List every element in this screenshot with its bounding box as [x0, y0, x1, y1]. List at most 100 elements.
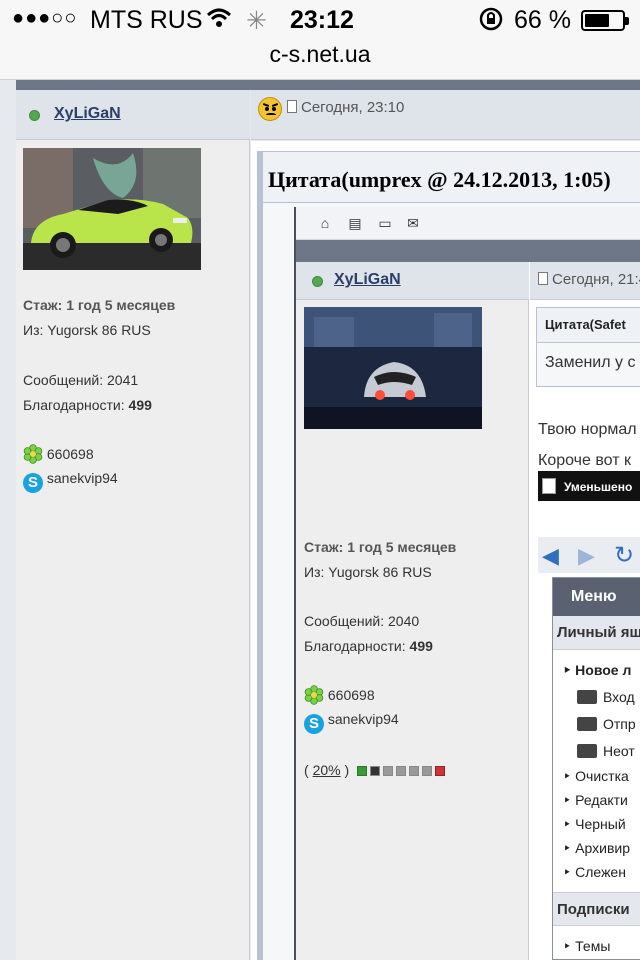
menu-section-personal-label: Личный ящ — [557, 624, 640, 641]
rating-plus-icon — [435, 766, 446, 776]
skype-icon: S — [23, 473, 43, 493]
menu-section-personal: Личный ящ — [553, 616, 640, 650]
angry-smiley-icon — [258, 97, 282, 121]
embedded-menu: Меню Личный ящ ‣ Новое л Вход Отпр Неот … — [552, 577, 640, 960]
rating-minus-icon — [357, 766, 368, 776]
embedded-icq-number: 660698 — [327, 687, 375, 703]
avatar[interactable] — [23, 148, 201, 270]
embedded-text-line: Твою нормал — [538, 421, 637, 438]
menu-item: ‣ Редакти — [563, 792, 628, 808]
embedded-thanks: Благодарности: 499 — [304, 638, 433, 654]
menu-item: Отпр — [577, 716, 636, 732]
author-header: XyLiGaN — [16, 90, 250, 140]
menu-item: Вход — [577, 689, 635, 705]
embedded-quote-title: Цитата(Safet — [545, 317, 626, 332]
author-location: Из: Yugorsk 86 RUS — [23, 322, 151, 338]
folder-icon — [577, 744, 597, 758]
menu-title-bar: Меню — [553, 578, 640, 616]
rating-bar-empty — [383, 766, 394, 776]
smiley-eye-left — [265, 107, 269, 111]
embedded-quote-header: Цитата(Safet — [536, 307, 640, 343]
embedded-location: Из: Yugorsk 86 RUS — [304, 564, 432, 580]
embedded-toolbar: ⌂ ▤ ▭ ✉ — [296, 207, 640, 240]
menu-item-label: Темы — [575, 938, 611, 954]
menu-item: ‣ Темы — [563, 938, 611, 954]
embedded-online-icon — [312, 276, 323, 287]
rotation-lock-icon — [478, 6, 504, 39]
menu-item-label: Черный — [575, 816, 626, 832]
menu-item: ‣ Новое л — [563, 662, 632, 678]
embedded-message-count: Сообщений: 2040 — [304, 613, 420, 629]
ios-status-bar: ●●●○○ MTS RUS ✳ 23:12 66 % — [0, 0, 640, 40]
embedded-username: XyLiGaN — [334, 271, 401, 288]
back-arrow-icon: ◀ — [542, 543, 559, 568]
author-thanks: Благодарности: 499 — [23, 397, 152, 413]
url-bar[interactable]: c-s.net.ua — [0, 40, 640, 80]
author-icq: 660698 — [23, 444, 94, 464]
embedded-document-icon — [538, 272, 548, 285]
thanks-label: Благодарности: — [23, 397, 125, 413]
menu-item: ‣ Слежен — [563, 864, 626, 880]
embedded-nav-strip: ◀ ▶ ↻ — [538, 537, 640, 573]
online-status-icon — [29, 110, 40, 121]
document-icon — [287, 100, 297, 113]
menu-section-subs-label: Подписки — [557, 901, 630, 918]
embedded-band — [296, 240, 640, 262]
quote-title: Цитата(umprex @ 24.12.2013, 1:05) — [268, 167, 611, 192]
embedded-quote-body: Заменил у с — [536, 343, 640, 387]
rating-bar-empty — [409, 766, 420, 776]
home-icon: ⌂ — [320, 215, 330, 231]
battery-fill — [585, 14, 609, 27]
skype-name: sanekvip94 — [46, 470, 118, 486]
reduced-image-bar: Уменьшено — [538, 471, 640, 501]
post-timestamp: Сегодня, 23:10 — [287, 99, 404, 116]
author-experience: Стаж: 1 год 5 месяцев — [23, 297, 176, 313]
embedded-screenshot-image[interactable]: ⌂ ▤ ▭ ✉ XyLiGaN Сегодня, 21:4 Стаж: 1 го… — [294, 207, 640, 960]
smiley-mouth — [266, 113, 276, 116]
embedded-thanks-value: 499 — [409, 638, 433, 654]
embedded-text-line: Короче вот к — [538, 452, 631, 469]
battery-nub — [625, 17, 629, 25]
menu-section-subscriptions: Подписки — [553, 892, 640, 926]
icq-flower-icon — [23, 444, 43, 464]
icq-number: 660698 — [46, 446, 94, 462]
rating-bar-empty — [396, 766, 407, 776]
menu-item-label: Редакти — [575, 792, 628, 808]
post-header: Сегодня, 23:10 — [251, 90, 640, 140]
author-message-count: Сообщений: 2041 — [23, 372, 139, 388]
clock: 23:12 — [290, 6, 354, 34]
author-username-link[interactable]: XyLiGaN — [54, 105, 121, 123]
menu-item-label: Архивир — [575, 840, 630, 856]
thanks-value: 499 — [128, 397, 152, 413]
embedded-avatar — [304, 307, 482, 429]
forum-page: XyLiGaN Сегодня, 23:10 Стаж: 1 год 5 мес… — [0, 80, 640, 960]
menu-title: Меню — [571, 588, 617, 605]
reduced-label: Уменьшено — [564, 480, 633, 494]
menu-item-label: Вход — [603, 689, 635, 705]
refresh-icon: ↻ — [614, 542, 635, 569]
embedded-time-text: Сегодня, 21:4 — [552, 271, 640, 288]
battery-percent: 66 % — [514, 6, 571, 34]
embedded-skype-name: sanekvip94 — [327, 711, 399, 727]
menu-item: Неот — [577, 743, 635, 759]
menu-item: ‣ Очистка — [563, 768, 629, 784]
menu-item: ‣ Архивир — [563, 840, 630, 856]
url-domain: c-s.net.ua — [269, 41, 371, 67]
embedded-icq-icon — [304, 685, 324, 705]
top-band — [16, 80, 640, 90]
embedded-icq: 660698 — [304, 685, 375, 705]
post-time-text: Сегодня, 23:10 — [301, 99, 405, 116]
clipboard-icon: ▤ — [348, 215, 362, 231]
menu-item-label: Слежен — [575, 864, 626, 880]
menu-item-label: Неот — [603, 743, 635, 759]
wifi-icon — [206, 6, 232, 37]
menu-item: ‣ Черный — [563, 816, 626, 832]
folder-icon — [577, 690, 597, 704]
embedded-skype-icon: S — [304, 714, 324, 734]
rating-close: ) — [340, 762, 350, 778]
embedded-skype: S sanekvip94 — [304, 711, 399, 734]
embedded-thanks-label: Благодарности: — [304, 638, 406, 654]
carrier-name: MTS RUS — [90, 6, 203, 34]
forward-arrow-icon: ▶ — [578, 543, 595, 568]
signal-strength-icon: ●●●○○ — [12, 7, 78, 29]
